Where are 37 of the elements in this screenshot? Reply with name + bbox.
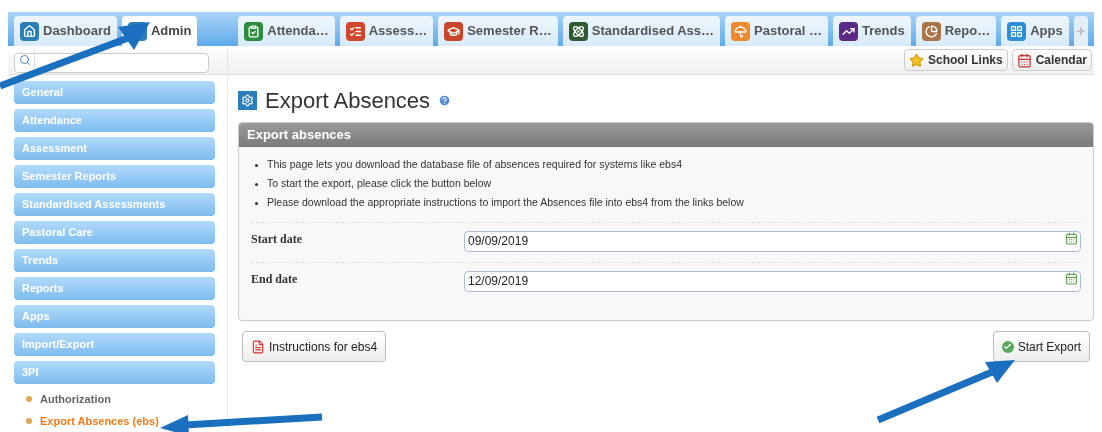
- sidebar-link[interactable]: Authorization: [40, 391, 111, 408]
- note-text: To start the export, please click the button below: [267, 176, 492, 192]
- tab[interactable]: Trends: [833, 16, 911, 46]
- toolbar-button[interactable]: School Links: [903, 49, 1008, 71]
- toolbar-button[interactable]: Calendar: [1011, 49, 1092, 71]
- note-text: Please download the appropriate instructions to import the Absences file into ebs4 from the links below: [267, 195, 744, 211]
- start-export-button[interactable]: Start Export: [992, 331, 1090, 362]
- search-icon: [18, 54, 31, 66]
- tab[interactable]: Repo…: [915, 16, 997, 46]
- tab[interactable]: Dashboard: [14, 16, 117, 46]
- instructions-button[interactable]: Instructions for ebs4: [242, 331, 387, 362]
- tab[interactable]: Apps: [1001, 16, 1069, 46]
- calendar-icon[interactable]: [1065, 232, 1078, 245]
- field-label: Start date: [251, 231, 303, 248]
- page-title: Export Absences: [265, 86, 431, 115]
- pdf-icon: [251, 339, 265, 354]
- panel-header: Export absences: [239, 123, 1093, 147]
- tab[interactable]: Attenda…: [238, 16, 335, 46]
- tab[interactable]: Pastoral …: [725, 16, 828, 46]
- help-icon[interactable]: [438, 93, 452, 107]
- bullet-icon: [255, 182, 258, 186]
- bullet-icon: [26, 396, 32, 403]
- check-icon: [1001, 340, 1014, 353]
- calendar-icon[interactable]: [1065, 272, 1078, 285]
- calendar-icon: [1016, 52, 1032, 68]
- note-text: This page lets you download the database file of absences required for systems like ebs4: [267, 157, 682, 173]
- tab[interactable]: Assess…: [339, 16, 434, 46]
- bullet-icon: [26, 417, 32, 424]
- date-field[interactable]: 09/09/2019: [464, 230, 1081, 252]
- bullet-icon: [255, 201, 258, 205]
- gears-icon: [238, 90, 257, 110]
- field-label: End date: [251, 271, 299, 288]
- tab[interactable]: Semester R…: [438, 16, 558, 46]
- star-icon: [908, 52, 924, 68]
- tab[interactable]: Standardised Ass…: [562, 16, 721, 46]
- date-field[interactable]: 12/09/2019: [464, 270, 1081, 292]
- bullet-icon: [255, 163, 258, 167]
